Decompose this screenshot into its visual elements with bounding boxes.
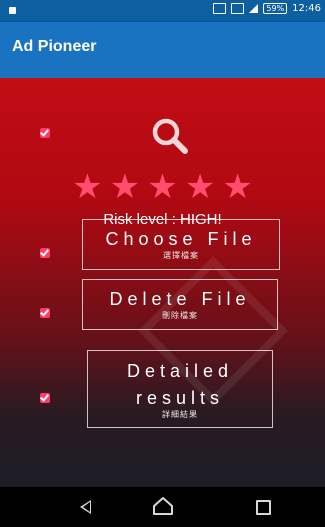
back-icon[interactable] xyxy=(80,500,91,514)
checkbox-choose-file[interactable] xyxy=(40,248,50,258)
main-content: ★ ★ ★ ★ ★ Risk level : HIGH! Choose File… xyxy=(0,78,325,487)
battery-icon: 59% xyxy=(263,3,288,14)
clock: 12:46 xyxy=(292,3,321,14)
star-icon: ★ xyxy=(109,167,141,207)
risk-rating: ★ ★ ★ ★ ★ xyxy=(0,170,325,204)
status-bar: 59% 12:46 xyxy=(0,0,325,22)
detailed-label-line1: Detailed xyxy=(126,361,234,381)
detailed-results-button[interactable]: Detailed results 詳細結果 xyxy=(87,350,273,428)
delete-file-sublabel: 刪除檔案 xyxy=(162,311,198,320)
choose-file-sublabel: 選擇檔案 xyxy=(163,251,199,260)
checkbox-search[interactable] xyxy=(40,128,50,138)
nfc-icon xyxy=(231,3,245,14)
checkbox-detailed-results[interactable] xyxy=(40,393,50,403)
search-icon[interactable] xyxy=(148,114,190,156)
star-icon: ★ xyxy=(72,167,103,207)
detailed-label-line2: results xyxy=(135,388,224,408)
delete-file-label: Delete File xyxy=(109,289,251,309)
star-icon: ★ xyxy=(184,167,216,207)
status-icons: 59% 12:46 xyxy=(213,3,321,14)
home-icon[interactable] xyxy=(152,496,174,516)
vibrate-icon xyxy=(213,3,227,14)
delete-file-button[interactable]: Delete File 刪除檔案 xyxy=(82,279,278,330)
star-icon: ★ xyxy=(147,167,178,207)
star-icon: ★ xyxy=(222,167,253,207)
checkbox-delete-file[interactable] xyxy=(40,308,50,318)
app-bar: Ad Pioneer xyxy=(0,22,325,78)
signal-icon xyxy=(249,4,259,13)
app-title: Ad Pioneer xyxy=(12,38,97,55)
navigation-bar xyxy=(0,487,325,527)
choose-file-button[interactable]: Choose File 選擇檔案 xyxy=(82,219,280,270)
detailed-results-sublabel: 詳細結果 xyxy=(162,410,198,419)
recents-icon[interactable] xyxy=(256,500,271,515)
notification-icon xyxy=(9,7,16,14)
choose-file-label: Choose File xyxy=(105,229,257,249)
